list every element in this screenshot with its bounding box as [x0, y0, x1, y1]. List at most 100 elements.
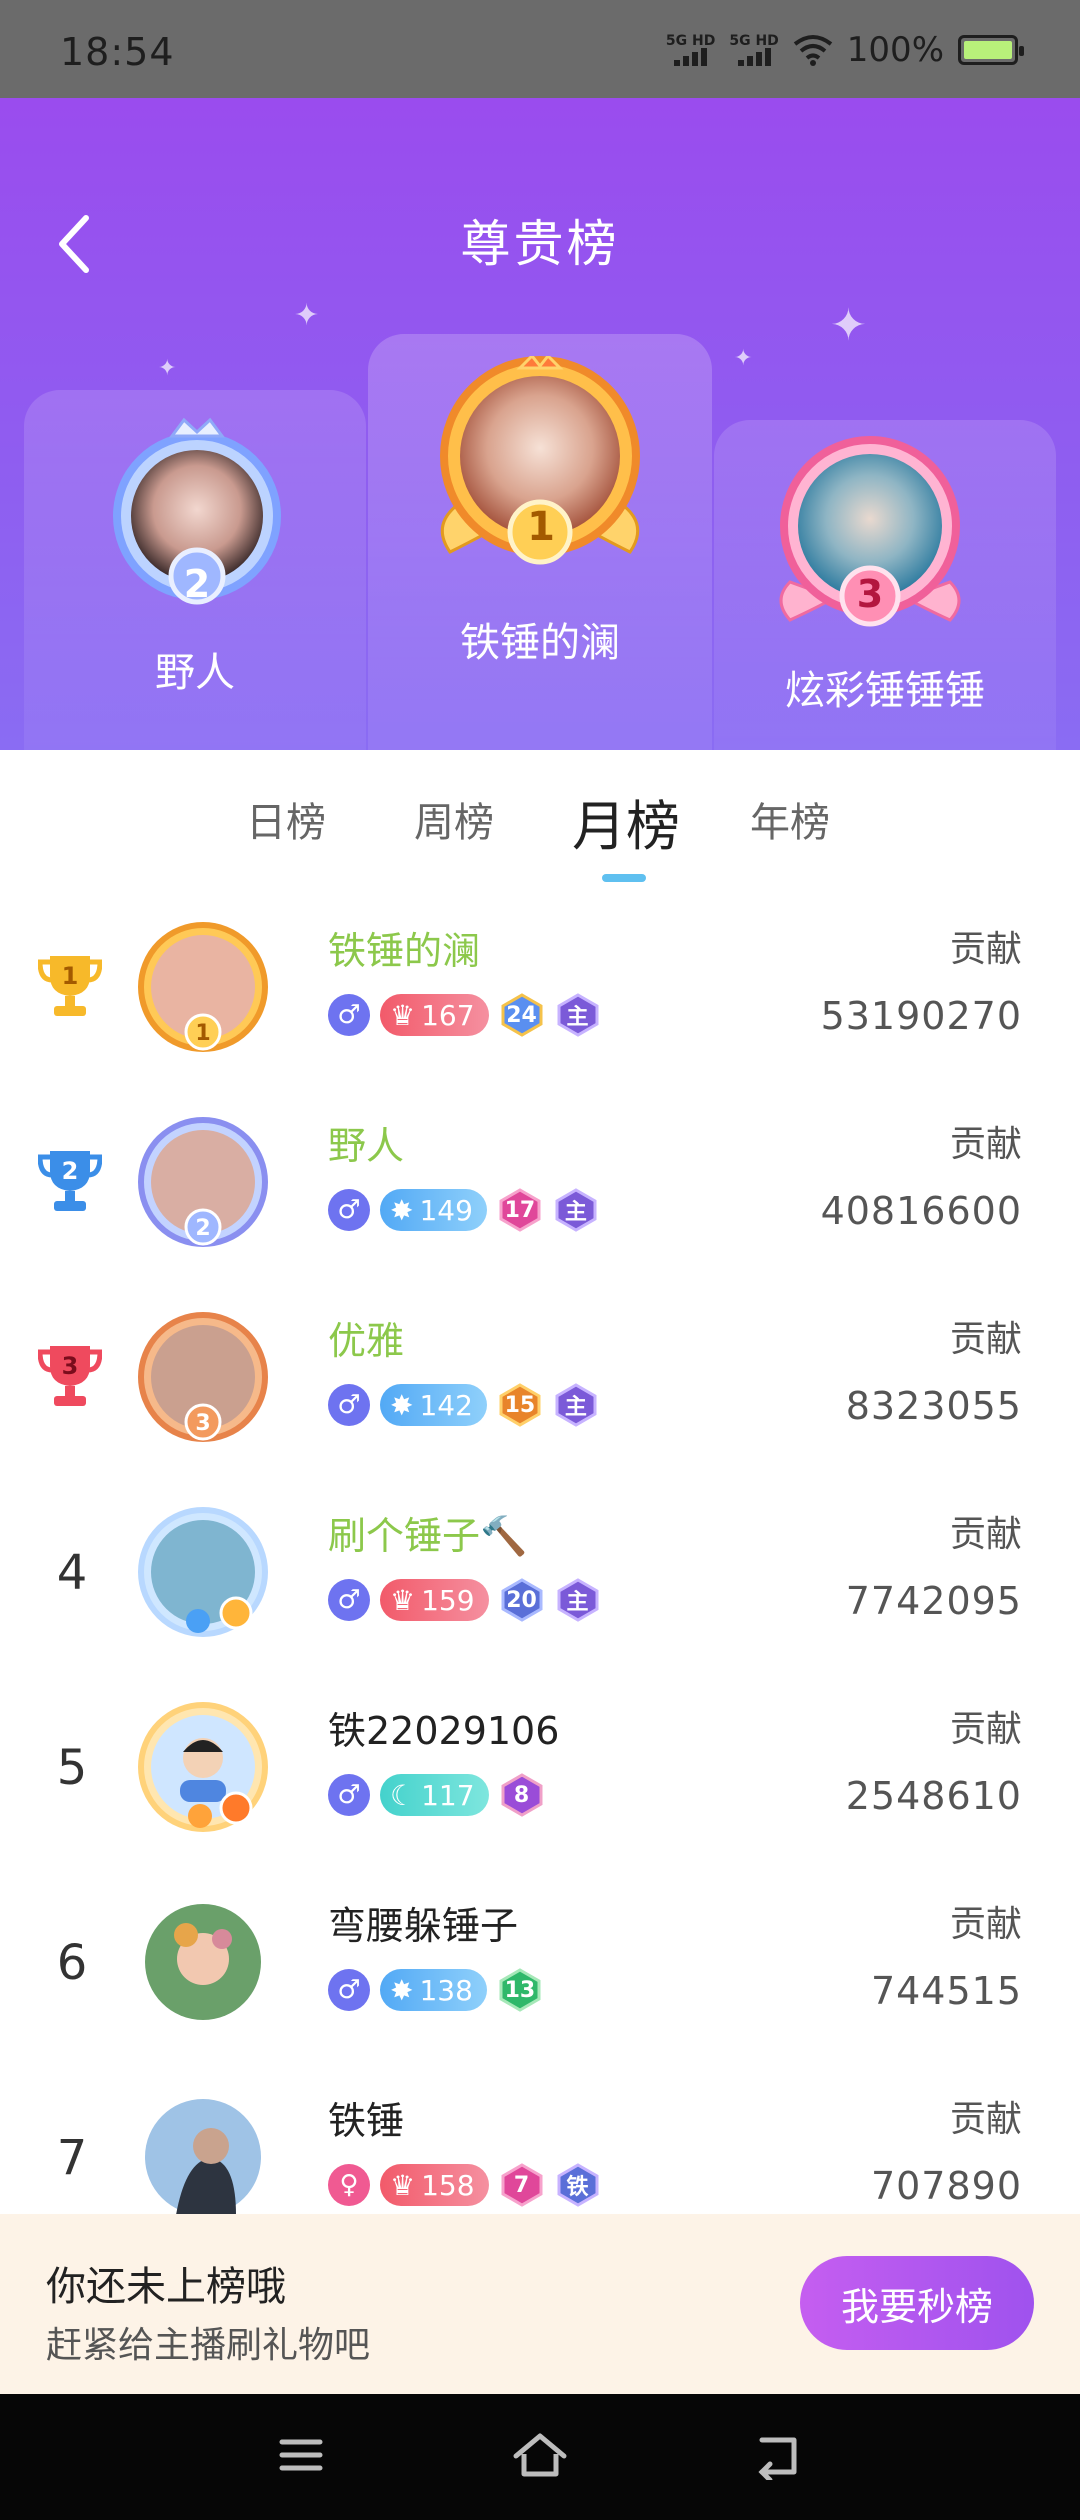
gold-trophy-icon: 1 [38, 956, 102, 1016]
female-icon: ♀ [328, 2164, 370, 2206]
back-nav-icon[interactable] [752, 2430, 806, 2480]
tab-underline [602, 874, 646, 882]
user-name: 刷个锤子🔨 [328, 1514, 528, 1558]
not-ranked-banner: 你还未上榜哦 赶紧给主播刷礼物吧 我要秒榜 [0, 2214, 1080, 2394]
contribution-label: 贡献 [949, 1709, 1022, 1750]
user-badges: ♀ ♛ 158 7 铁 [328, 2162, 601, 2208]
signal-icon: 5G HD [666, 34, 715, 66]
contribution-value: 7742095 [845, 1579, 1022, 1623]
svg-text:2: 2 [62, 1157, 79, 1185]
list-item[interactable]: 5 铁22029106 ♂ ☾ 117 8 贡献 2548610 [0, 1680, 1080, 1875]
fan-level-badge: 13 [497, 1967, 543, 2013]
anchor-badge: 主 [553, 1187, 599, 1233]
svg-text:1: 1 [62, 962, 79, 990]
page-title: 尊贵榜 [460, 215, 620, 273]
level-badge: ♛ 167 [380, 994, 489, 1036]
user-name: 野人 [328, 1124, 405, 1168]
user-name: 铁锤 [328, 2099, 405, 2143]
avatar[interactable]: 1 [136, 920, 270, 1054]
level-badge: ✸ 149 [380, 1189, 487, 1231]
list-item[interactable]: 6 弯腰躲锤子 ♂ ✸ 138 13 贡献 744515 [0, 1875, 1080, 2070]
male-icon: ♂ [328, 994, 370, 1036]
star-icon: ✸ [390, 1973, 414, 2007]
svg-text:3: 3 [62, 1352, 79, 1380]
list-item[interactable]: 4 刷个锤子🔨 ♂ ♛ 159 20 主 贡献 7742095 [0, 1485, 1080, 1680]
level-badge: ✸ 138 [380, 1969, 487, 2011]
user-badges: ♂ ♛ 159 20 主 [328, 1577, 601, 1623]
user-badges: ♂ ✸ 138 13 [328, 1967, 543, 2013]
contribution-label: 贡献 [949, 1904, 1022, 1945]
avatar[interactable]: 2 [136, 1115, 270, 1249]
list-item[interactable]: 1 1 铁锤的澜 ♂ ♛ 167 24 主 贡献 53190270 [0, 900, 1080, 1095]
rank-now-button[interactable]: 我要秒榜 [800, 2256, 1034, 2350]
banner-subtitle: 赶紧给主播刷礼物吧 [46, 2325, 371, 2366]
list-item[interactable]: 3 3 优雅 ♂ ✸ 142 15 主 贡献 8323055 [0, 1290, 1080, 1485]
star-icon: ✸ [390, 1388, 414, 1422]
tab-daily[interactable]: 日榜 [246, 790, 326, 848]
banner-title: 你还未上榜哦 [46, 2264, 286, 2310]
anchor-badge: 主 [553, 1382, 599, 1428]
male-icon: ♂ [328, 1969, 370, 2011]
user-badges: ♂ ✸ 149 17 主 [328, 1187, 599, 1233]
sparkle-icon: ✦ [294, 298, 320, 333]
podium-rank-badge: 1 [527, 504, 555, 550]
contribution-value: 8323055 [845, 1384, 1022, 1428]
podium-name: 野人 [155, 650, 235, 696]
home-icon[interactable] [510, 2430, 570, 2480]
tab-monthly[interactable]: 月榜 [572, 782, 680, 861]
podium-rank-badge: 3 [856, 572, 884, 616]
fan-level-badge: 8 [499, 1772, 545, 1818]
list-item[interactable]: 2 2 野人 ♂ ✸ 149 17 主 贡献 40816600 [0, 1095, 1080, 1290]
male-icon: ♂ [328, 1189, 370, 1231]
anchor-badge: 主 [555, 992, 601, 1038]
user-name: 优雅 [328, 1319, 405, 1363]
header: 尊贵榜 ✦ ✦ ✦ ✦ 2 野人 1 铁锤的澜 3 炫彩锤锤锤 [0, 98, 1080, 750]
status-time: 18:54 [60, 30, 175, 74]
fan-level-badge: 20 [499, 1577, 545, 1623]
fan-level-badge: 17 [497, 1187, 543, 1233]
tab-yearly[interactable]: 年榜 [750, 790, 830, 848]
crown-icon: ♛ [390, 1583, 416, 1617]
star-icon: ✸ [390, 1193, 414, 1227]
system-nav-bar [0, 2394, 1080, 2520]
svg-text:3: 3 [195, 1411, 210, 1436]
contribution-value: 744515 [870, 1969, 1022, 2013]
battery-percent: 100% [846, 30, 944, 70]
bronze-trophy-icon: 3 [38, 1346, 102, 1406]
rank-number: 6 [56, 1935, 88, 1991]
network-label: 5G HD [665, 33, 716, 49]
fan-level-badge: 24 [499, 992, 545, 1038]
contribution-value: 53190270 [820, 994, 1022, 1038]
network-label-2: 5G HD [729, 33, 779, 49]
battery-icon [958, 35, 1024, 65]
tab-weekly[interactable]: 周榜 [414, 790, 494, 848]
fan-level-badge: 7 [499, 2162, 545, 2208]
avatar[interactable] [136, 1895, 270, 2029]
podium-first[interactable]: 1 铁锤的澜 [368, 334, 712, 750]
status-bar: 18:54 5G HD 5G HD 100% [0, 0, 1080, 98]
sparkle-icon: ✦ [734, 346, 753, 371]
contribution-value: 2548610 [845, 1774, 1022, 1818]
avatar[interactable] [136, 1700, 270, 1834]
anchor-badge: 主 [555, 1577, 601, 1623]
podium-third[interactable]: 3 炫彩锤锤锤 [714, 420, 1056, 750]
level-badge: ♛ 159 [380, 1579, 489, 1621]
podium-second[interactable]: 2 野人 [24, 390, 366, 750]
rank-number: 7 [56, 2130, 88, 2186]
avatar[interactable]: 3 [136, 1310, 270, 1444]
ranking-tabs: 日榜 周榜 月榜 年榜 [0, 750, 1080, 886]
podium-name: 炫彩锤锤锤 [785, 668, 985, 714]
svg-text:2: 2 [195, 1216, 210, 1241]
level-badge: ✸ 142 [380, 1384, 487, 1426]
status-icons: 5G HD 5G HD 100% [666, 30, 1024, 70]
rank-number: 5 [56, 1740, 88, 1796]
contribution-value: 707890 [870, 2164, 1022, 2208]
avatar[interactable] [136, 2090, 270, 2224]
wifi-icon [793, 35, 833, 66]
user-name: 弯腰躲锤子 [328, 1904, 519, 1948]
user-badges: ♂ ☾ 117 8 [328, 1772, 545, 1818]
contribution-label: 贡献 [949, 1124, 1022, 1165]
user-name: 铁22029106 [328, 1709, 560, 1753]
menu-icon[interactable] [276, 2430, 326, 2480]
avatar[interactable] [136, 1505, 270, 1639]
